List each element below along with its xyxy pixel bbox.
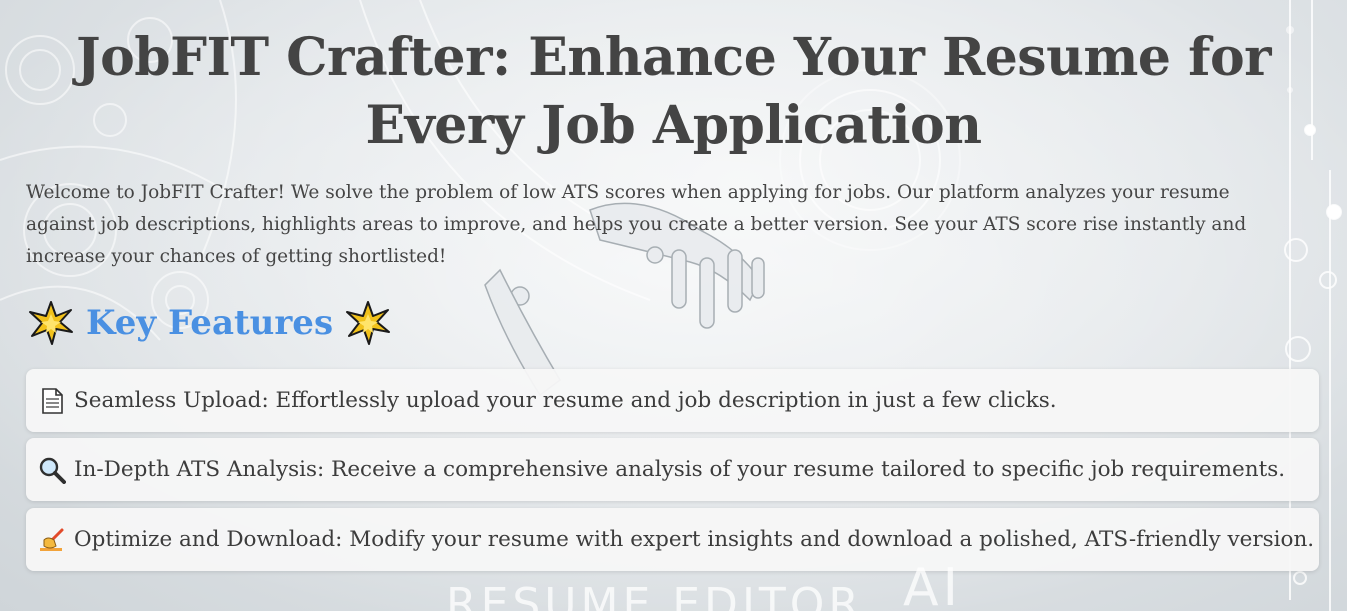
sparkle-icon	[346, 301, 391, 345]
page-title: JobFIT Crafter: Enhance Your Resume for …	[75, 27, 1272, 156]
key-features-label: Key Features	[86, 303, 334, 343]
feature-text: Optimize and Download: Modify your resum…	[74, 527, 1315, 552]
intro-paragraph: Welcome to JobFIT Crafter! We solve the …	[26, 182, 1247, 267]
watermark-ai-text: AI	[903, 558, 962, 611]
magnifier-icon	[39, 457, 66, 484]
key-features-heading: Key Features	[28, 300, 391, 346]
background-watermark: RESUME EDITOR AI	[446, 558, 962, 611]
feature-card-upload: Seamless Upload: Effortlessly upload you…	[26, 369, 1319, 432]
feature-card-optimize: Optimize and Download: Modify your resum…	[26, 508, 1319, 571]
page-content: JobFIT Crafter: Enhance Your Resume for …	[0, 0, 1347, 611]
sparkle-icon	[29, 301, 73, 345]
feature-card-analysis: In-Depth ATS Analysis: Receive a compreh…	[26, 438, 1319, 501]
watermark-text: RESUME EDITOR	[446, 579, 863, 611]
feature-text: Seamless Upload: Effortlessly upload you…	[74, 388, 1057, 413]
feature-text: In-Depth ATS Analysis: Receive a compreh…	[74, 457, 1286, 482]
writing-hand-icon	[40, 528, 64, 551]
document-icon	[42, 387, 63, 414]
